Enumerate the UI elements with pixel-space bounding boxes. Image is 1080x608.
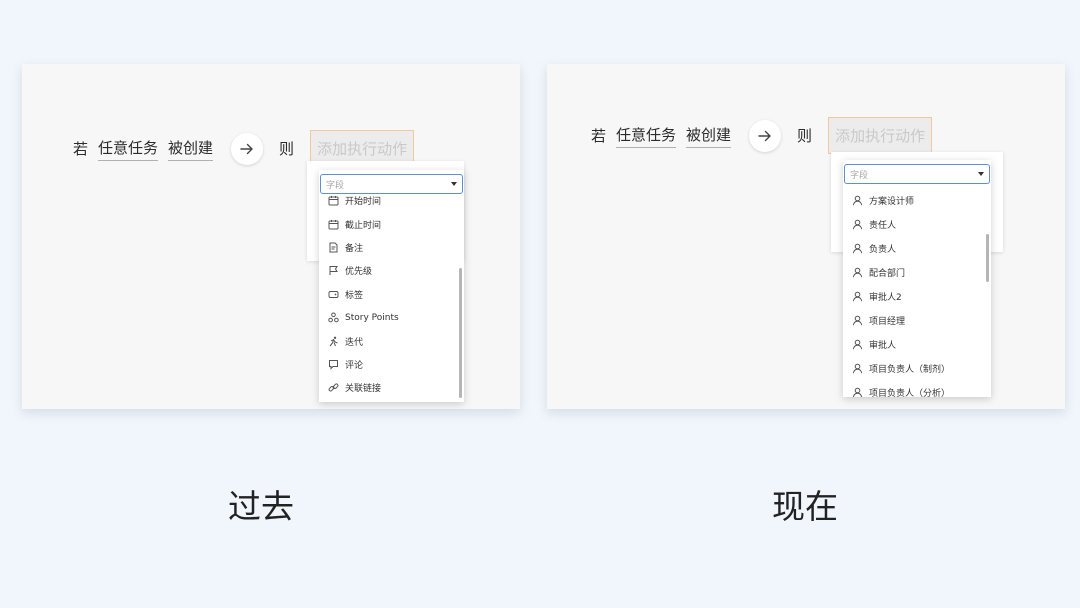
field-option[interactable]: 负责人	[843, 236, 981, 260]
field-option[interactable]: 责任人	[843, 212, 981, 236]
field-option-label: 关联链接	[345, 384, 382, 395]
field-option[interactable]: 审批人	[843, 332, 981, 356]
field-select[interactable]: 字段	[844, 164, 990, 184]
field-option[interactable]: 审批人2	[843, 284, 981, 308]
then-label: 则	[797, 127, 813, 145]
sprint-icon	[328, 336, 339, 347]
field-option-due-time[interactable]: 截止时间	[319, 212, 454, 235]
chevron-down-icon	[978, 172, 984, 176]
field-option-tag[interactable]: 标签	[319, 283, 454, 306]
field-option-label: 项目经理	[869, 316, 906, 327]
if-label: 若	[73, 140, 89, 158]
automation-rule: 若 任意任务 被创建 则 添加执行动作	[591, 117, 933, 154]
event-selector[interactable]: 被创建	[168, 137, 214, 161]
subject-selector[interactable]: 任意任务	[616, 124, 677, 148]
field-option-label: 审批人2	[869, 292, 902, 303]
calendar-icon	[328, 195, 339, 206]
then-label: 则	[279, 140, 295, 158]
scrollbar[interactable]	[459, 268, 462, 398]
field-option-label: 截止时间	[345, 220, 382, 231]
field-option[interactable]: 项目负责人（分析）	[843, 380, 981, 397]
event-selector[interactable]: 被创建	[686, 124, 732, 148]
user-icon	[852, 315, 863, 326]
field-option-label: 项目负责人（制剂）	[869, 364, 951, 375]
tag-icon	[328, 289, 339, 300]
comment-icon	[328, 359, 339, 370]
field-option-label: Story Points	[345, 312, 399, 323]
user-icon	[852, 219, 863, 230]
field-option-label: 负责人	[869, 244, 897, 255]
field-option-label: 方案设计师	[869, 196, 915, 207]
arrow-right-icon	[749, 119, 782, 152]
note-icon	[328, 242, 339, 253]
field-option-label: 开始时间	[345, 197, 382, 208]
user-icon	[852, 363, 863, 374]
field-option-label: 备注	[345, 243, 364, 254]
field-option-label: 项目负责人（分析）	[869, 388, 951, 398]
field-select-placeholder: 字段	[850, 170, 869, 181]
field-option-label: 标签	[345, 290, 364, 301]
field-option-label: 配合部门	[869, 268, 906, 279]
field-option-label: 优先级	[345, 267, 373, 278]
subject-selector[interactable]: 任意任务	[98, 137, 159, 161]
field-option[interactable]: 项目负责人（制剂）	[843, 356, 981, 380]
before-caption: 过去	[228, 487, 294, 526]
field-select-placeholder: 字段	[326, 180, 345, 191]
field-option-comment[interactable]: 评论	[319, 353, 454, 376]
scrollbar[interactable]	[986, 234, 989, 282]
link-icon	[328, 382, 339, 393]
field-option-label: 评论	[345, 360, 364, 371]
field-list: 方案设计师 责任人 负责人 配合部门 审批人2 项目经理 审批人 项目负责人（制…	[843, 188, 981, 397]
field-option-sprint[interactable]: 迭代	[319, 329, 454, 352]
arrow-right-icon	[231, 132, 264, 165]
field-option-label: 责任人	[869, 220, 897, 231]
story-points-icon	[328, 312, 339, 323]
field-dropdown: 方案设计师 责任人 负责人 配合部门 审批人2 项目经理 审批人 项目负责人（制…	[843, 160, 991, 397]
field-option-label: 审批人	[869, 340, 897, 351]
if-label: 若	[591, 127, 607, 145]
field-select[interactable]: 字段	[320, 174, 463, 194]
field-option-label: 迭代	[345, 337, 364, 348]
user-icon	[852, 243, 863, 254]
calendar-icon	[328, 219, 339, 230]
field-dropdown: 开始时间 截止时间 备注 优先级 标签 Story Points 迭代 评论 关…	[319, 170, 464, 402]
field-option-story-points[interactable]: Story Points	[319, 306, 454, 329]
field-option-note[interactable]: 备注	[319, 236, 454, 259]
add-action-button[interactable]: 添加执行动作	[828, 117, 933, 154]
field-option[interactable]: 项目经理	[843, 308, 981, 332]
user-icon	[852, 291, 863, 302]
field-list: 开始时间 截止时间 备注 优先级 标签 Story Points 迭代 评论 关…	[319, 189, 454, 400]
field-option[interactable]: 方案设计师	[843, 188, 981, 212]
field-option[interactable]: 配合部门	[843, 260, 981, 284]
chevron-down-icon	[451, 182, 457, 186]
user-icon	[852, 267, 863, 278]
after-panel: 若 任意任务 被创建 则 添加执行动作 方案设计师 责任人 负责人 配合部门 审…	[547, 64, 1065, 409]
field-option-link[interactable]: 关联链接	[319, 376, 454, 399]
flag-icon	[328, 265, 339, 276]
after-caption: 现在	[772, 487, 838, 526]
before-panel: 若 任意任务 被创建 则 添加执行动作 开始时间 截止时间 备注 优先级 标签 …	[22, 64, 520, 409]
field-option-priority[interactable]: 优先级	[319, 259, 454, 282]
user-icon	[852, 195, 863, 206]
user-icon	[852, 387, 863, 398]
user-icon	[852, 339, 863, 350]
